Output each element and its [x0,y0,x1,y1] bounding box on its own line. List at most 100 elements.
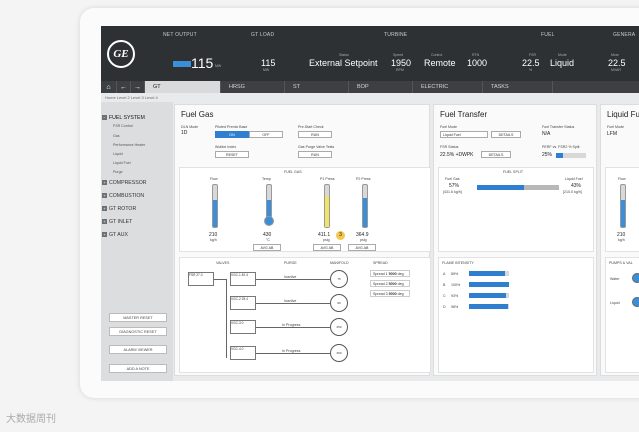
pump-icon[interactable] [632,273,639,283]
expand-icon[interactable]: + [102,219,107,224]
vgc1-valve[interactable]: VGC-1 40.4 [230,272,256,286]
flame-name: D [443,305,446,309]
collapse-icon[interactable]: − [102,115,107,120]
flame-intensity-title: FLAME INTENSITY [442,261,474,265]
valve-value: 0 [241,321,244,325]
forward-arrow-icon[interactable]: → [131,81,145,93]
sidebar-subitem-fsr-control[interactable]: FSR Control [113,124,133,128]
sidebar-item-gt-aux[interactable]: GT AUX [109,232,128,238]
gt-load-unit: MW [263,68,270,72]
rtn-value: 1000 [467,58,488,68]
valve-name: FSR [189,273,196,277]
sidebar-subitem-liquid-fuel[interactable]: Liquid Fuel [113,161,131,165]
spread-row: Spread 3 5000 deg [370,290,410,297]
liquid-fuel-flow: [210.0 kg/h] [563,190,582,194]
flame-value: 98% [451,305,459,309]
fuel-gas-panel: Fuel Gas DLN Mode 1D Piloted Premix Base… [174,104,431,376]
manifold-dial: 90 [330,294,348,312]
alarm-viewer-button[interactable]: ALARM VIEWER [109,345,167,354]
tab-st[interactable]: ST [285,81,349,93]
pumps-section: PUMPS & VAL Water Liquid [605,257,639,373]
sidebar-item-combustion[interactable]: COMBUSTION [109,193,144,199]
sidebar-item-fuel-system[interactable]: FUEL SYSTEM [109,115,145,121]
wobbe-reset-button[interactable]: RESET [215,151,249,158]
manifold-label: MANIFOLD [330,261,349,265]
temp-label: Temp [262,177,271,181]
expand-icon[interactable]: + [102,206,107,211]
flow-label: Flow [210,177,218,181]
sidebar-subitem-purge[interactable]: Purge [113,170,123,174]
spread-label: SPREAD [373,261,388,265]
speed-value: 1950 [391,58,412,68]
dln-mode-value: 1D [181,130,188,136]
prestart-run-button[interactable]: RUN [298,131,332,138]
fuel-mode-value: LFM [607,131,617,137]
spread-row-unit: deg [397,281,404,286]
sidebar-item-compressor[interactable]: COMPRESSOR [109,180,146,186]
tab-hrsg[interactable]: HRSG [221,81,285,93]
flame-name: B [443,283,446,287]
flame-bar-fill [469,304,509,309]
fuel-mode-select[interactable]: Liquid Fuel [440,131,488,138]
control-value: Remote [424,58,456,68]
p1-press-gauge [324,184,330,228]
valves-section: VALVES PURGE MANIFOLD SPREAD FSR 27.0 VG… [179,257,431,373]
sidebar-subitem-gas[interactable]: Gas [113,134,120,138]
details-button[interactable]: DETAILS [491,131,521,138]
tab-electric[interactable]: ELECTRIC [413,81,483,93]
fsr-valve[interactable]: FSR 27.0 [188,272,214,286]
master-reset-button[interactable]: MASTER RESET [109,313,167,322]
temp-bulb-icon [264,216,274,226]
home-icon[interactable]: ⌂ [101,81,117,93]
avg-ab-button[interactable]: AVG AB [313,244,341,251]
p2-press-label: P2 Press [356,177,371,181]
water-label: Water [610,277,620,281]
flame-bar-fill [469,282,509,287]
turbine-label: TURBINE [384,32,408,38]
diagnostic-reset-button[interactable]: DIAGNOSTIC RESET [109,327,167,336]
piloted-off-button[interactable]: OFF [249,131,283,138]
add-a-note-button[interactable]: ADD A NOTE [109,364,167,373]
avg-ab-button[interactable]: AVG AB [253,244,281,251]
pipe [226,279,227,358]
sidebar-subitem-liquid[interactable]: Liquid [113,152,123,156]
avg-ab-button[interactable]: AVG AB [348,244,376,251]
piloted-on-button[interactable]: ON [215,131,249,138]
back-arrow-icon[interactable]: ← [117,81,131,93]
wobbe-index-label: Wobbe Index [215,145,237,149]
liquid-fuel-pct: 43% [571,183,582,189]
expand-icon[interactable]: + [102,232,107,237]
pump-icon[interactable] [632,297,639,307]
ge-logo: GE [107,40,135,68]
flame-bar-fill [469,271,505,276]
tab-tasks[interactable]: TASKS [483,81,553,93]
sidebar-item-gt-rotor[interactable]: GT ROTOR [109,206,136,212]
panel-title: Fuel Transfer [440,110,488,119]
transfer-status-label: Fuel Transfer Status [542,125,575,129]
sidebar: − FUEL SYSTEM FSR Control Gas Performanc… [101,102,173,381]
fuel-mode-label: Fuel Mode [607,125,624,129]
header-bar: GE NET OUTPUT 115 MW GT LOAD 115 MW TURB… [101,26,639,81]
tab-bop[interactable]: BOP [349,81,413,93]
p1-press-unit: psig [323,238,330,242]
panel-title: Liquid Fu [607,110,639,119]
spread-row-value: 5000 [388,291,397,296]
mode-label: Mode [558,53,567,57]
expand-icon[interactable]: + [102,180,107,185]
pipe [256,327,330,328]
vgc3-valve[interactable]: VGC-3 0 [230,320,256,334]
sidebar-item-gt-inlet[interactable]: GT INLET [109,219,132,225]
tab-gt[interactable]: GT [145,81,221,93]
control-label: Control [431,53,443,57]
status-label: Status [339,53,349,57]
nav-bar: ⌂ ← → GT HRSG ST BOP ELECTRIC TASKS [101,81,639,93]
gas-purge-run-button[interactable]: RUN [298,151,332,158]
vgc2-valve[interactable]: VGC-2 25.4 [230,296,256,310]
alarm-badge[interactable]: 3 [336,231,345,240]
sidebar-subitem-performance-heater[interactable]: Performance Heater [113,143,145,147]
fuel-split-bar-fill [477,185,524,190]
details-button[interactable]: DETAILS [481,151,511,158]
valve-status: In Progress [282,323,301,327]
vgc4-valve[interactable]: VGC-4 0 [230,346,256,360]
expand-icon[interactable]: + [102,193,107,198]
